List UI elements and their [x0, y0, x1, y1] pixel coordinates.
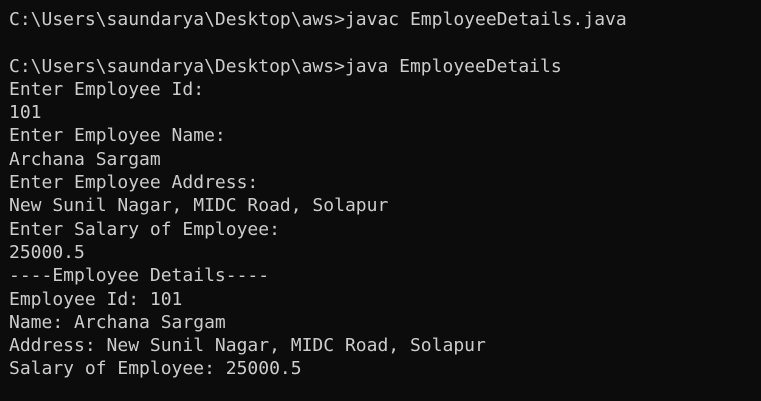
prompt-employee-address: Enter Employee Address: — [9, 172, 259, 194]
input-employee-address: New Sunil Nagar, MIDC Road, Solapur — [9, 195, 389, 217]
prompt-employee-salary: Enter Salary of Employee: — [9, 218, 280, 240]
prompt-employee-id: Enter Employee Id: — [9, 78, 205, 100]
prompt-employee-name: Enter Employee Name: — [9, 125, 226, 147]
command-line-javac: C:\Users\saundarya\Desktop\aws>javac Emp… — [9, 9, 627, 30]
details-header: ----Employee Details---- — [9, 265, 270, 287]
input-employee-id: 101 — [9, 102, 42, 124]
output-employee-address: Address: New Sunil Nagar, MIDC Road, Sol… — [9, 335, 486, 357]
terminal-output[interactable]: C:\Users\saundarya\Desktop\aws>javac Emp… — [0, 0, 761, 401]
command-line-java: C:\Users\saundarya\Desktop\aws>java Empl… — [9, 55, 562, 77]
input-employee-salary: 25000.5 — [9, 241, 85, 263]
output-employee-name: Name: Archana Sargam — [9, 311, 226, 333]
output-employee-id: Employee Id: 101 — [9, 288, 183, 310]
output-employee-salary: Salary of Employee: 25000.5 — [9, 358, 302, 380]
input-employee-name: Archana Sargam — [9, 148, 161, 170]
